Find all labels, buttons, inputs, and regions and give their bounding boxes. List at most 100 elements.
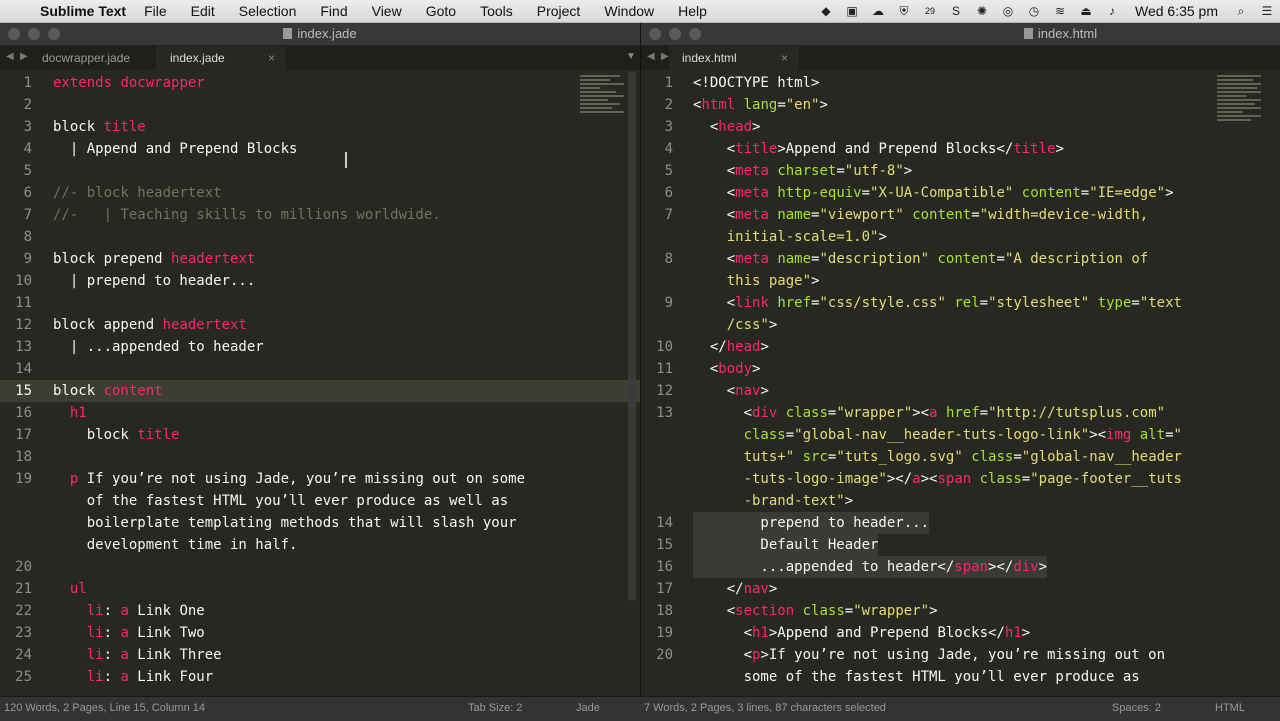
code-line[interactable]: class="global-nav__header-tuts-logo-link… [641,424,1280,446]
code-line[interactable]: 14 [0,358,640,380]
dropbox-icon[interactable]: ◆ [816,4,836,18]
code-line[interactable]: 1 extends docwrapper [0,72,640,94]
right-code-editor[interactable]: 1 <!DOCTYPE html> 2 <html lang="en"> 3 <head… [641,71,1280,696]
code-line[interactable]: 23 li: a Link Two [0,622,640,644]
menu-edit[interactable]: Edit [191,3,215,19]
code-line[interactable]: 10 </head> [641,336,1280,358]
code-line[interactable]: 13 <div class="wrapper"><a href="http://… [641,402,1280,424]
notification-center-icon[interactable]: ☰ [1257,4,1277,18]
tab-index-jade[interactable]: index.jade × [156,46,286,70]
right-spaces[interactable]: Spaces: 2 [1112,702,1161,714]
menu-help[interactable]: Help [678,3,707,19]
calendar-icon[interactable]: 29 [920,4,940,18]
code-line[interactable]: 8 [0,226,640,248]
tab-prev-icon[interactable]: ◀ [6,51,14,62]
code-line[interactable]: -tuts-logo-image"></a><span class="page-… [641,468,1280,490]
menu-goto[interactable]: Goto [426,3,456,19]
tab-dropdown-icon[interactable]: ▼ [626,51,636,62]
code-line[interactable]: 22 li: a Link One [0,600,640,622]
code-line[interactable]: 5 [0,160,640,182]
code-line[interactable]: 16 h1 [0,402,640,424]
code-line[interactable]: 11 [0,292,640,314]
cloud-icon[interactable]: ☁ [868,4,888,18]
code-line[interactable]: initial-scale=1.0"> [641,226,1280,248]
menubar-clock[interactable]: Wed 6:35 pm [1135,3,1218,19]
code-line[interactable]: 6 <meta http-equiv="X-UA-Compatible" con… [641,182,1280,204]
code-line[interactable]: 2 <html lang="en"> [641,94,1280,116]
app-menu[interactable]: Sublime Text [40,3,126,19]
code-line[interactable]: 19 <h1>Append and Prepend Blocks</h1> [641,622,1280,644]
menu-find[interactable]: Find [320,3,347,19]
code-line[interactable]: 19 p If you’re not using Jade, you’re mi… [0,468,640,490]
code-line[interactable]: 4 <title>Append and Prepend Blocks</titl… [641,138,1280,160]
code-line[interactable]: 14 prepend to header... [641,512,1280,534]
code-line[interactable]: 13 | ...appended to header [0,336,640,358]
volume-icon[interactable]: ♪ [1102,4,1122,18]
code-line[interactable]: boilerplate templating methods that will… [0,512,640,534]
zoom-window-button[interactable] [689,28,701,40]
tab-next-icon[interactable]: ▶ [20,51,28,62]
code-line[interactable]: 7 //- | Teaching skills to millions world… [0,204,640,226]
code-line[interactable]: 17 block title [0,424,640,446]
menu-file[interactable]: File [144,3,167,19]
code-line[interactable]: 12 <nav> [641,380,1280,402]
skype-icon[interactable]: S [946,4,966,18]
code-line[interactable]: 3 block title [0,116,640,138]
close-tab-icon[interactable]: × [781,46,788,70]
timemachine-icon[interactable]: ◷ [1024,4,1044,18]
flux-icon[interactable]: ✺ [972,4,992,18]
eject-icon[interactable]: ⏏ [1076,4,1096,18]
code-line[interactable]: 15 block content [0,380,640,402]
code-line[interactable]: 12 block append headertext [0,314,640,336]
code-line[interactable]: 2 [0,94,640,116]
minimize-window-button[interactable] [669,28,681,40]
code-line[interactable]: 18 <section class="wrapper"> [641,600,1280,622]
shield-icon[interactable]: ⛨ [894,4,914,18]
tab-docwrapper-jade[interactable]: docwrapper.jade [42,46,130,70]
code-line[interactable]: 16 ...appended to header</span></div> [641,556,1280,578]
code-line[interactable]: tuts+" src="tuts_logo.svg" class="global… [641,446,1280,468]
code-line[interactable]: -brand-text"> [641,490,1280,512]
code-line[interactable]: 5 <meta charset="utf-8"> [641,160,1280,182]
tab-next-icon[interactable]: ▶ [661,51,669,62]
tab-index-html[interactable]: index.html × [669,46,799,70]
menu-window[interactable]: Window [604,3,654,19]
code-line[interactable]: 20 <p>If you’re not using Jade, you’re m… [641,644,1280,666]
code-line[interactable]: of the fastest HTML you’ll ever produce … [0,490,640,512]
code-line[interactable]: 10 | prepend to header... [0,270,640,292]
close-tab-icon[interactable]: × [268,46,275,70]
code-line[interactable]: 8 <meta name="description" content="A de… [641,248,1280,270]
code-line[interactable]: 20 [0,556,640,578]
menu-project[interactable]: Project [537,3,581,19]
code-line[interactable]: 15 Default Header [641,534,1280,556]
left-scrollbar[interactable] [628,71,636,601]
left-code-editor[interactable]: 1 extends docwrapper 2 3 block title 4 | Appe… [0,71,640,696]
code-line[interactable]: some of the fastest HTML you’ll ever pro… [641,666,1280,688]
code-line[interactable]: 4 | Append and Prepend Blocks [0,138,640,160]
code-line[interactable]: 21 ul [0,578,640,600]
chrome-icon[interactable]: ◎ [998,4,1018,18]
wifi-icon[interactable]: ≋ [1050,4,1070,18]
menu-selection[interactable]: Selection [239,3,297,19]
menu-view[interactable]: View [372,3,402,19]
right-minimap[interactable] [1217,73,1265,143]
left-tab-size[interactable]: Tab Size: 2 [468,702,522,714]
code-line[interactable]: /css"> [641,314,1280,336]
code-line[interactable]: 6 //- block headertext [0,182,640,204]
code-line[interactable]: 7 <meta name="viewport" content="width=d… [641,204,1280,226]
left-syntax[interactable]: Jade [576,702,600,714]
left-minimap[interactable] [580,73,628,143]
spotlight-search-icon[interactable]: ⌕ [1231,4,1251,18]
code-line[interactable]: this page"> [641,270,1280,292]
code-line[interactable]: 25 li: a Link Four [0,666,640,688]
code-line[interactable]: development time in half. [0,534,640,556]
code-line[interactable]: 11 <body> [641,358,1280,380]
tab-prev-icon[interactable]: ◀ [647,51,655,62]
code-line[interactable]: 24 li: a Link Three [0,644,640,666]
code-line[interactable]: 18 [0,446,640,468]
close-window-button[interactable] [649,28,661,40]
right-syntax[interactable]: HTML [1215,702,1245,714]
code-line[interactable]: 1 <!DOCTYPE html> [641,72,1280,94]
code-line[interactable]: 9 block prepend headertext [0,248,640,270]
code-line[interactable]: 17 </nav> [641,578,1280,600]
